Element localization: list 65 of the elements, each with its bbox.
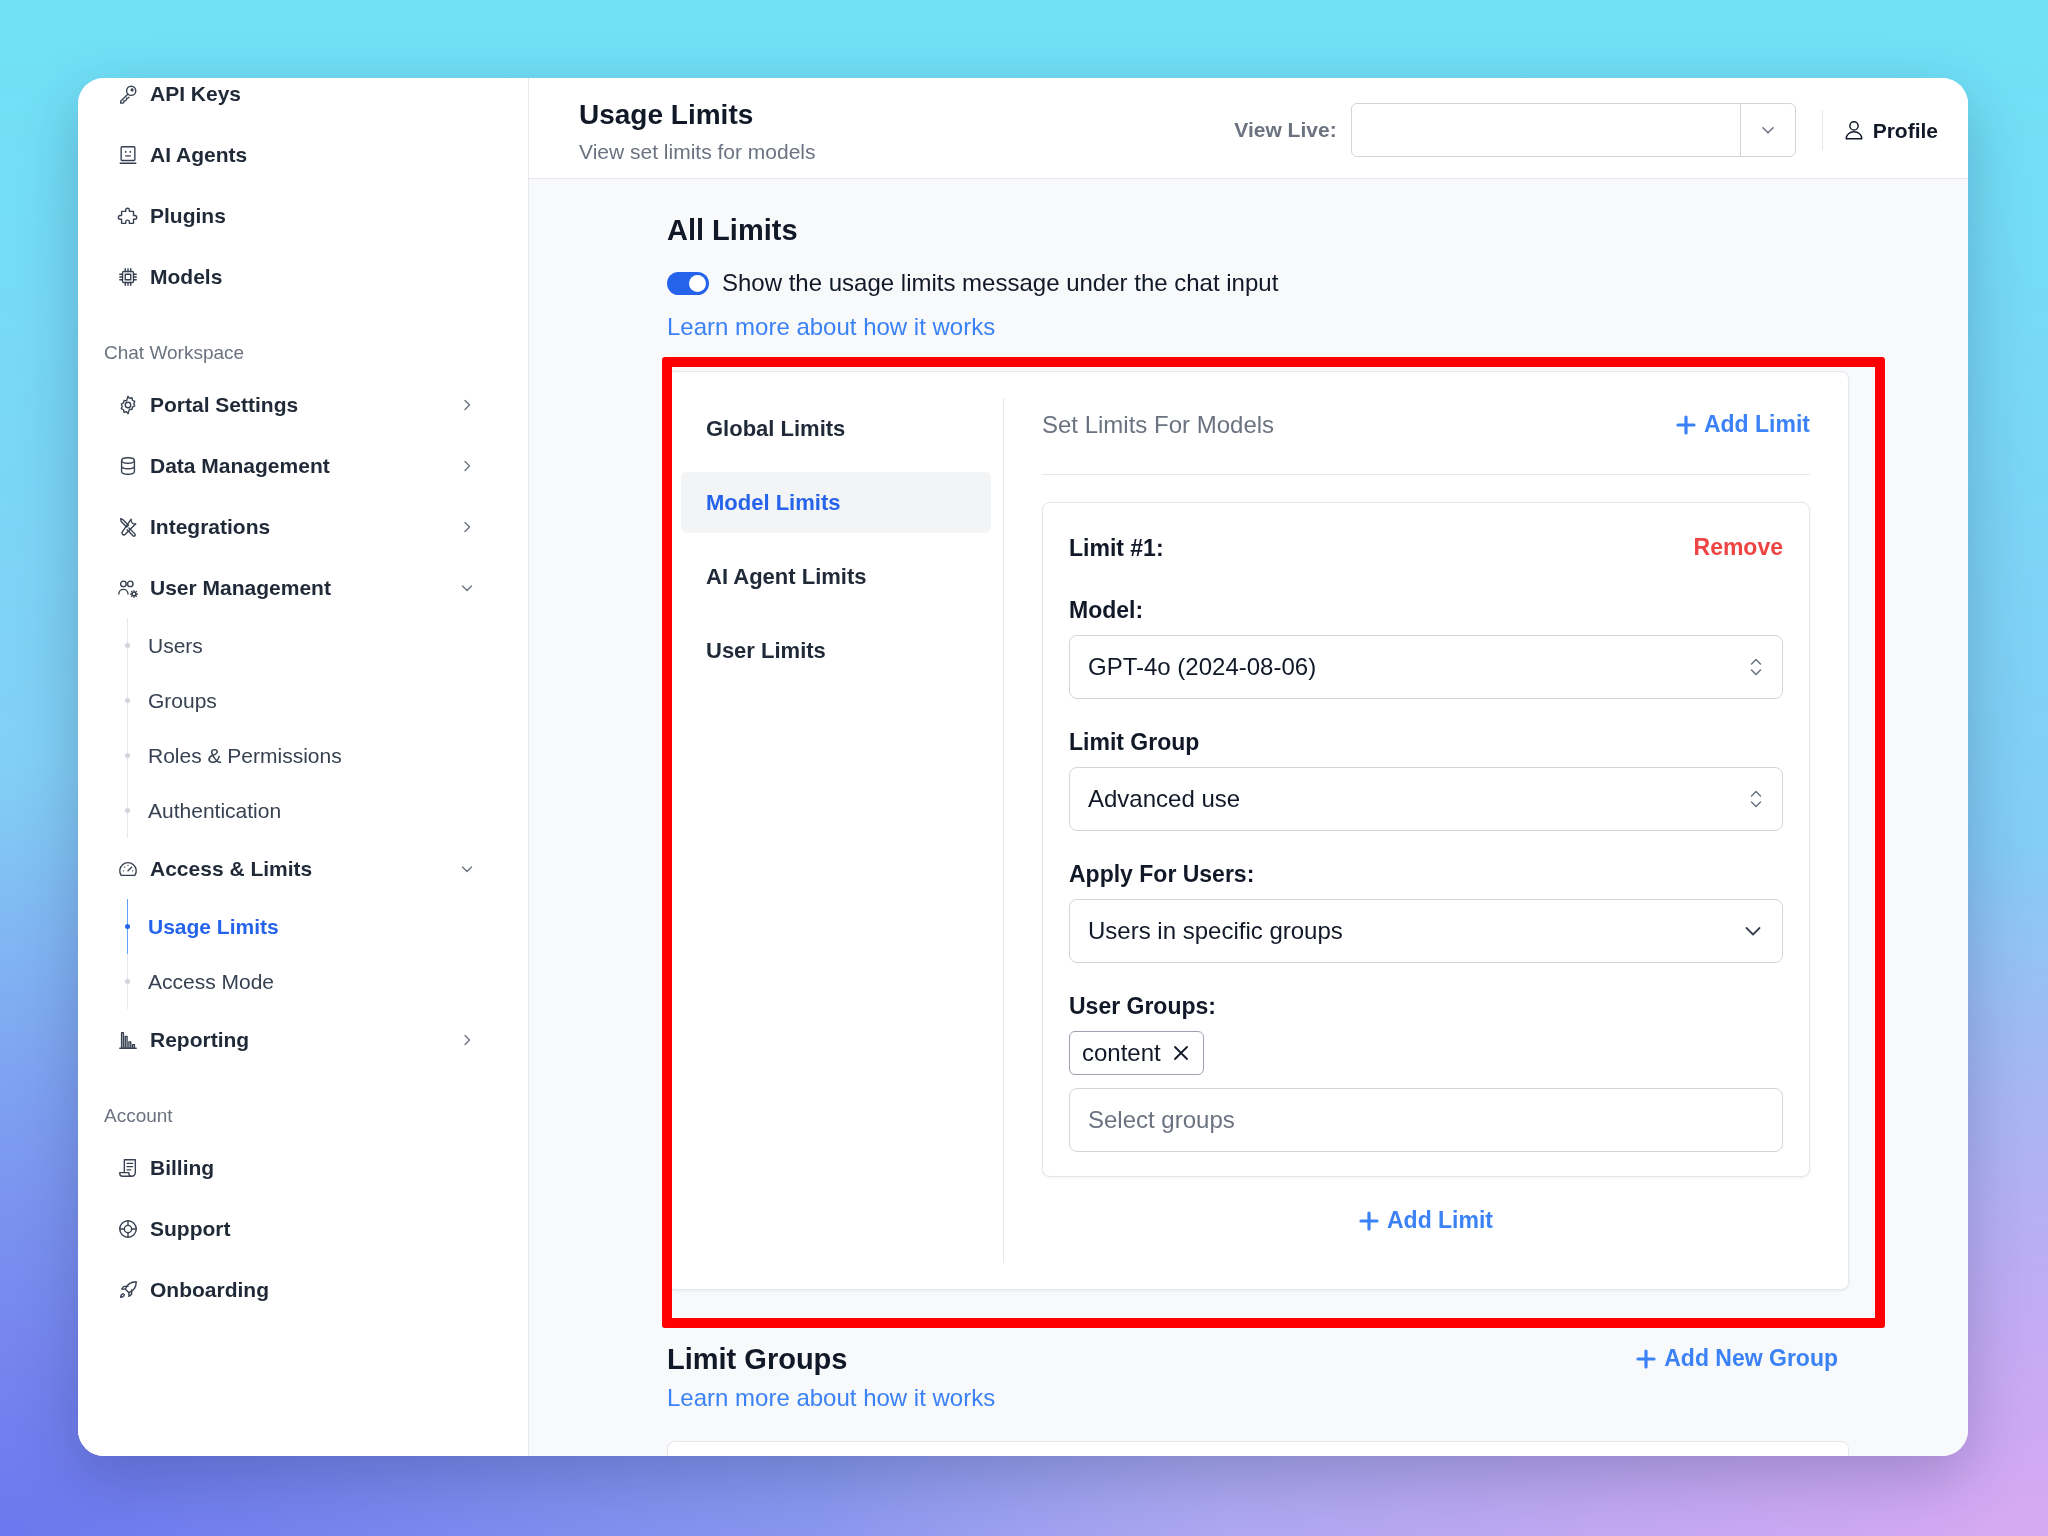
- tree-dot-icon: [125, 698, 130, 703]
- dropdown-field[interactable]: Users in specific groups: [1069, 899, 1783, 963]
- sidebar-item[interactable]: Access & Limits: [104, 838, 502, 899]
- updown-chevron-icon: [1749, 656, 1763, 678]
- tree-dot-icon: [125, 753, 130, 758]
- sidebar-item[interactable]: Onboarding: [104, 1259, 502, 1320]
- chip-icon: [117, 265, 139, 288]
- field-label: Limit Group: [1069, 728, 1201, 757]
- limit-title: Limit #1:: [1069, 534, 1164, 562]
- plus-icon: [1636, 1349, 1657, 1369]
- sidebar-item[interactable]: Reporting: [104, 1009, 502, 1070]
- add-limit-button[interactable]: Add Limit: [1358, 1199, 1493, 1243]
- add-limit-button[interactable]: Add Limit: [1675, 411, 1810, 439]
- sidebar-section-label: Chat Workspace: [104, 341, 246, 365]
- tree-dot-icon: [125, 924, 130, 929]
- view-live-label: View Live:: [1234, 118, 1337, 142]
- panel-heading: Set Limits For Models: [1042, 411, 1275, 439]
- receipt-icon: [117, 1156, 139, 1179]
- remove-button[interactable]: Remove: [1693, 534, 1783, 562]
- sidebar-item[interactable]: Models: [104, 246, 502, 307]
- section-title: All Limits: [667, 213, 799, 248]
- sidebar-item[interactable]: Plugins: [104, 185, 502, 246]
- tree-dot-icon: [125, 808, 130, 813]
- sidebar-subitem[interactable]: Authentication: [124, 783, 502, 838]
- tag-label: content: [1082, 1039, 1161, 1067]
- close-icon[interactable]: [1172, 1045, 1189, 1061]
- section-title: Limit Groups: [667, 1342, 848, 1377]
- limits-tab[interactable]: AI Agent Limits: [681, 546, 991, 607]
- monitor-face-icon: [117, 143, 139, 166]
- tools-icon: [117, 515, 139, 538]
- toggle-label: Show the usage limits message under the chat input: [722, 269, 1279, 297]
- tree-dot-icon: [125, 979, 130, 984]
- sidebar-item[interactable]: API Keys: [104, 78, 502, 124]
- sidebar-item[interactable]: Integrations: [104, 496, 502, 557]
- limits-tab[interactable]: Global Limits: [681, 398, 991, 459]
- sidebar-item[interactable]: Support: [104, 1198, 502, 1259]
- sidebar-item[interactable]: Portal Settings: [104, 374, 502, 435]
- limits-tab[interactable]: User Limits: [681, 620, 991, 681]
- profile-button[interactable]: Profile: [1842, 119, 1938, 141]
- groups-input[interactable]: Select groups: [1069, 1088, 1783, 1152]
- sidebar-subitem[interactable]: Roles & Permissions: [124, 728, 502, 783]
- plus-icon: [1358, 1211, 1379, 1231]
- sidebar-subitem[interactable]: Usage Limits: [124, 899, 502, 954]
- sidebar-subitem[interactable]: Users: [124, 618, 502, 673]
- rocket-icon: [117, 1278, 139, 1301]
- limits-tab[interactable]: Model Limits: [681, 472, 991, 533]
- sidebar-section-label: Account: [104, 1104, 174, 1128]
- field-label: Model:: [1069, 596, 1145, 625]
- tree-dot-icon: [125, 643, 130, 648]
- page-title: Usage Limits: [579, 98, 755, 132]
- sidebar-subitem[interactable]: Access Mode: [124, 954, 502, 1009]
- select-field[interactable]: Advanced use: [1069, 767, 1783, 831]
- updown-chevron-icon: [1749, 788, 1763, 810]
- toggle-switch[interactable]: [667, 271, 709, 295]
- lifebuoy-icon: [117, 1217, 139, 1240]
- sidebar-item[interactable]: Data Management: [104, 435, 502, 496]
- sidebar-subitem[interactable]: Groups: [124, 673, 502, 728]
- sidebar-item[interactable]: AI Agents: [104, 124, 502, 185]
- page-subtitle: View set limits for models: [579, 139, 816, 165]
- field-label: User Groups:: [1069, 992, 1217, 1021]
- select-field[interactable]: GPT-4o (2024-08-06): [1069, 635, 1783, 699]
- plus-icon: [1675, 415, 1696, 435]
- field-label: Apply For Users:: [1069, 860, 1256, 889]
- sidebar-item[interactable]: Billing: [104, 1137, 502, 1198]
- sidebar-item[interactable]: User Management: [104, 557, 502, 618]
